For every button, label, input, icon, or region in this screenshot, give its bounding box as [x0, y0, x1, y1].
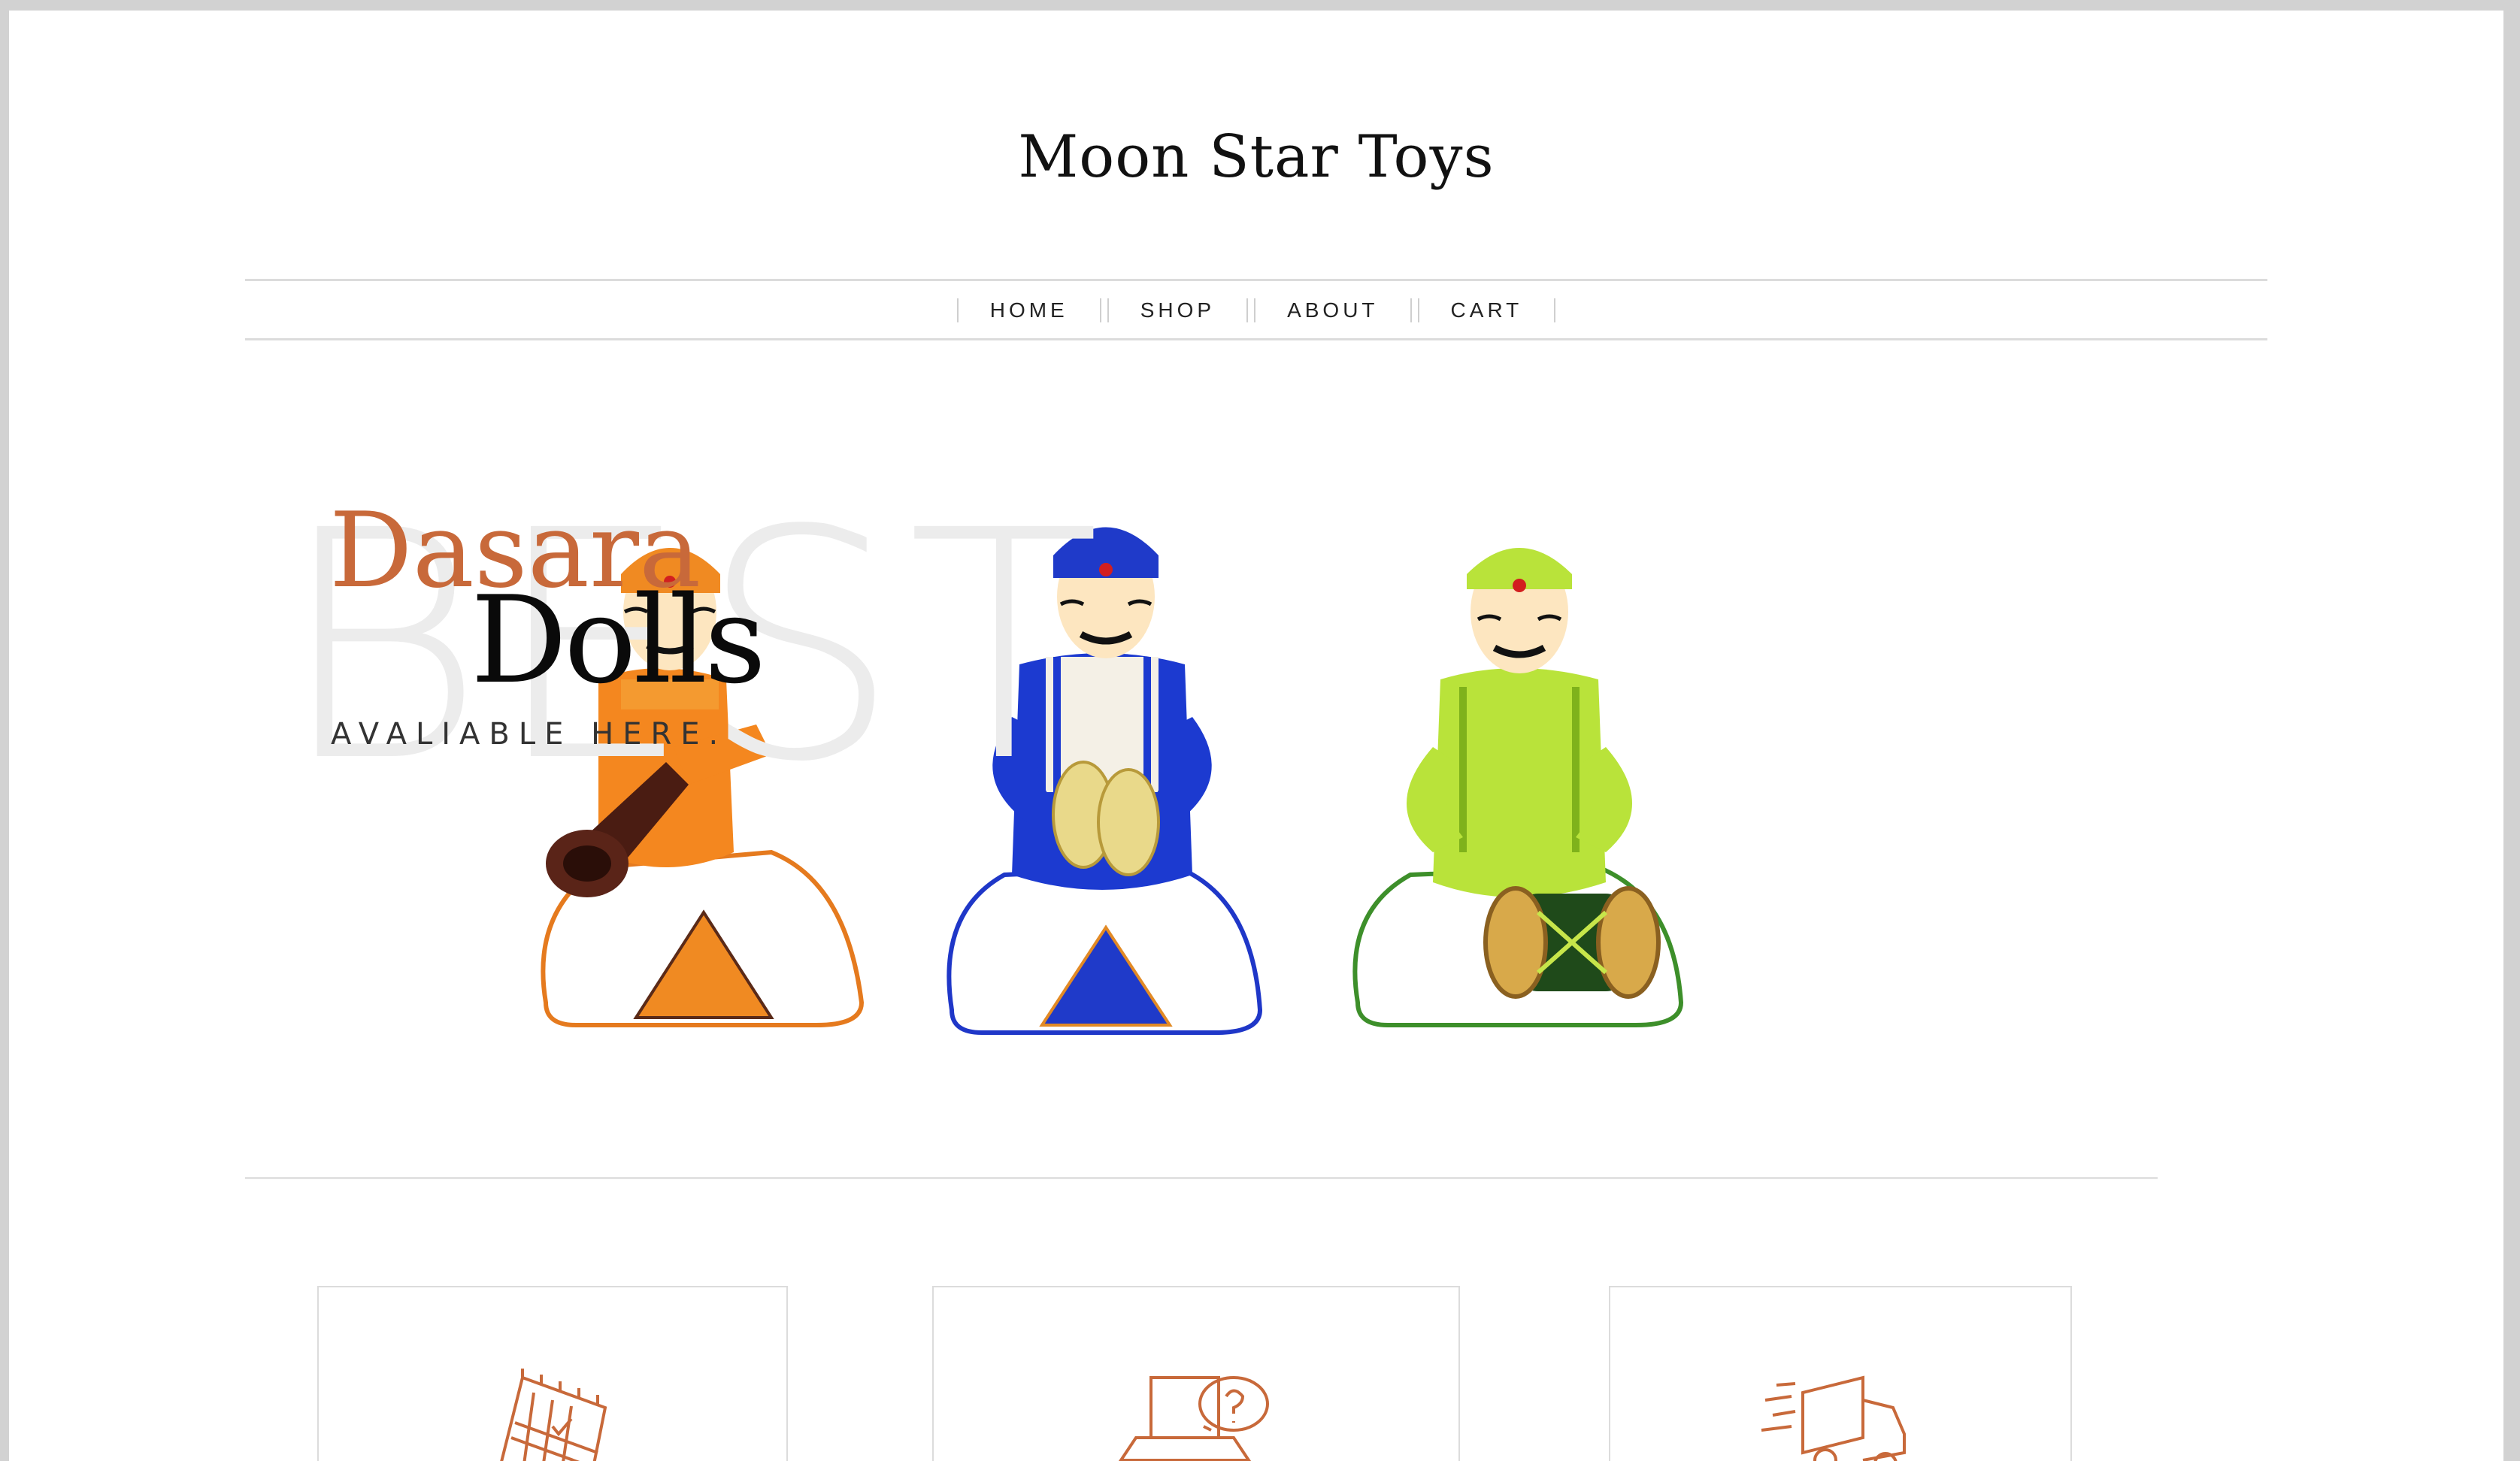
- nav-item-about[interactable]: ABOUT: [1258, 298, 1407, 322]
- nav-divider: [1410, 298, 1412, 322]
- laptop-support-icon: [1118, 1376, 1269, 1461]
- hero-banner[interactable]: BEST Dasara Dolls AVALIABLE HERE.: [245, 431, 2267, 1123]
- nav-divider: [956, 298, 959, 322]
- nav-divider: [1554, 298, 1556, 322]
- calendar-icon: [500, 1369, 607, 1461]
- nav-divider: [1254, 298, 1256, 322]
- feature-card-delivery[interactable]: [1609, 1286, 2072, 1461]
- nav-divider: [1417, 298, 1419, 322]
- nav-divider: [1107, 298, 1109, 322]
- feature-card-support[interactable]: [932, 1286, 1460, 1461]
- site-title[interactable]: Moon Star Toys: [9, 123, 2503, 191]
- green-musician-doll: [1352, 548, 1684, 1027]
- nav-bottom-rule: [245, 338, 2267, 340]
- hero-title-line2: Dolls: [471, 570, 766, 710]
- feature-card-calendar[interactable]: [317, 1286, 788, 1461]
- nav-item-home[interactable]: HOME: [962, 298, 1097, 322]
- nav-top-rule: [245, 279, 2267, 281]
- section-divider: [245, 1177, 2158, 1179]
- page: Moon Star Toys HOME SHOP ABOUT CART BEST…: [9, 11, 2503, 1461]
- main-nav: HOME SHOP ABOUT CART: [9, 290, 2503, 331]
- nav-divider: [1099, 298, 1101, 322]
- nav-divider: [1246, 298, 1249, 322]
- nav-item-shop[interactable]: SHOP: [1112, 298, 1243, 322]
- hero-subtitle: AVALIABLE HERE.: [331, 717, 728, 752]
- nav-item-cart[interactable]: CART: [1422, 298, 1552, 322]
- delivery-truck-icon: [1761, 1375, 1906, 1461]
